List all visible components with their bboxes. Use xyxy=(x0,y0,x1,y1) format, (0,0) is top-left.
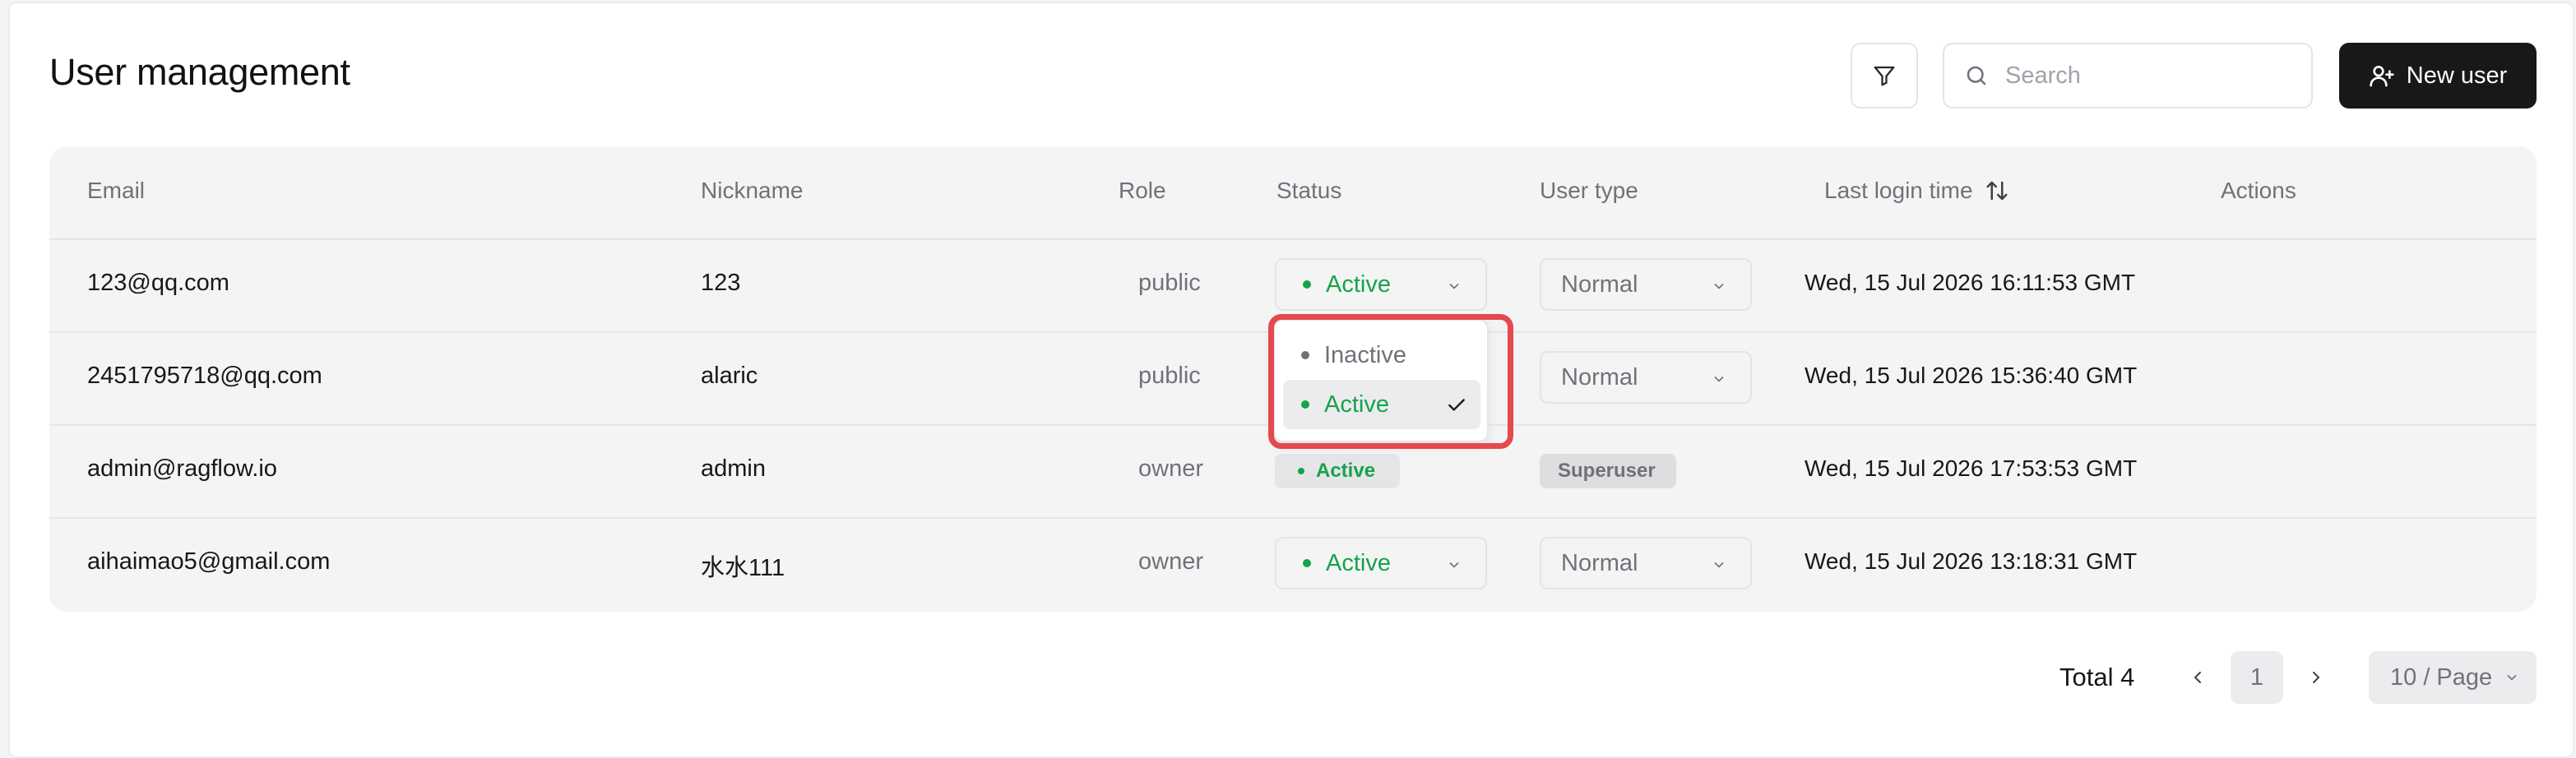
chevron-right-icon xyxy=(2313,672,2320,683)
row-last-login: Wed, 15 Jul 2026 17:53:53 GMT xyxy=(1805,455,2138,481)
chevron-down-icon xyxy=(1449,562,1459,568)
user-type-select[interactable]: Normal xyxy=(1540,351,1752,404)
column-last-login[interactable]: Last login time xyxy=(1824,178,2009,204)
row-email: 2451795718@qq.com xyxy=(87,363,322,389)
page-size-select[interactable]: 10 / Page xyxy=(2369,651,2537,704)
new-user-label: New user xyxy=(2406,62,2508,89)
status-option-active[interactable]: Active xyxy=(1283,380,1480,429)
column-status: Status xyxy=(1276,178,1342,203)
row-email: 123@qq.com xyxy=(87,270,229,296)
row-email: aihaimao5@gmail.com xyxy=(87,548,331,575)
user-type-value: Normal xyxy=(1561,270,1638,298)
status-value: Active xyxy=(1326,270,1391,298)
chevron-down-icon xyxy=(1714,283,1724,289)
table-header: Email Nickname Role Status User type Las… xyxy=(49,146,2537,240)
row-nickname: alaric xyxy=(701,363,758,389)
user-type-select[interactable]: Normal xyxy=(1540,258,1752,311)
row-last-login: Wed, 15 Jul 2026 13:18:31 GMT xyxy=(1805,548,2138,574)
status-dot xyxy=(1298,468,1304,474)
row-email: admin@ragflow.io xyxy=(87,455,277,482)
user-type-value: Superuser xyxy=(1558,460,1656,482)
filter-icon xyxy=(1874,66,1895,86)
column-role: Role xyxy=(1119,178,1166,203)
user-plus-icon xyxy=(2370,66,2394,87)
pagination-page-button[interactable]: 1 xyxy=(2231,651,2283,704)
status-option-inactive[interactable]: Inactive xyxy=(1283,330,1480,380)
new-user-button[interactable]: New user xyxy=(2339,43,2537,109)
search-icon xyxy=(1967,66,1986,86)
chevron-down-icon xyxy=(2507,674,2517,681)
row-nickname: admin xyxy=(701,455,766,482)
row-role: public xyxy=(1138,363,1201,389)
status-dot xyxy=(1301,400,1309,409)
pagination-prev-button[interactable] xyxy=(2181,661,2214,694)
status-badge: Active xyxy=(1275,454,1400,488)
check-icon xyxy=(1448,399,1465,411)
status-option-label: Inactive xyxy=(1324,341,1406,368)
column-user-type: User type xyxy=(1540,178,1638,203)
column-email: Email xyxy=(87,178,146,203)
column-actions: Actions xyxy=(2221,178,2296,203)
chevron-left-icon xyxy=(2194,672,2201,683)
filter-button[interactable] xyxy=(1851,43,1918,109)
page-title: User management xyxy=(49,51,350,93)
status-option-label: Active xyxy=(1324,391,1389,418)
status-dropdown: Inactive Active xyxy=(1273,319,1489,442)
row-role: public xyxy=(1138,270,1201,296)
chevron-down-icon xyxy=(1714,376,1724,382)
column-last-login-label: Last login time xyxy=(1824,178,1973,203)
row-role: owner xyxy=(1138,548,1203,575)
column-nickname: Nickname xyxy=(701,178,804,203)
row-role: owner xyxy=(1138,455,1203,482)
status-dot xyxy=(1303,280,1311,289)
table-row: aihaimao5@gmail.com 水水111 owner Active N… xyxy=(49,519,2537,612)
status-dot xyxy=(1301,351,1309,359)
user-type-select[interactable]: Normal xyxy=(1540,537,1752,589)
row-last-login: Wed, 15 Jul 2026 16:11:53 GMT xyxy=(1805,270,2136,295)
pagination-total: Total 4 xyxy=(2059,663,2135,691)
sort-arrows-icon[interactable] xyxy=(1985,178,2009,203)
status-dot xyxy=(1303,559,1311,567)
user-type-badge: Superuser xyxy=(1540,454,1676,488)
row-last-login: Wed, 15 Jul 2026 15:36:40 GMT xyxy=(1805,363,2138,388)
status-select[interactable]: Active xyxy=(1275,258,1487,311)
pagination-next-button[interactable] xyxy=(2300,661,2333,694)
chevron-down-icon xyxy=(1714,562,1724,568)
pagination-page-number: 1 xyxy=(2249,663,2264,691)
search-input[interactable] xyxy=(2005,62,2301,90)
search-box[interactable] xyxy=(1943,43,2313,109)
row-nickname: 水水111 xyxy=(701,555,785,581)
page-size-value: 10 / Page xyxy=(2390,663,2493,691)
status-value: Active xyxy=(1316,460,1376,482)
user-type-value: Normal xyxy=(1561,549,1638,576)
user-type-value: Normal xyxy=(1561,363,1638,391)
status-value: Active xyxy=(1326,549,1391,576)
chevron-down-icon xyxy=(1449,283,1459,289)
status-select[interactable]: Active xyxy=(1275,537,1487,589)
row-nickname: 123 xyxy=(701,270,741,296)
